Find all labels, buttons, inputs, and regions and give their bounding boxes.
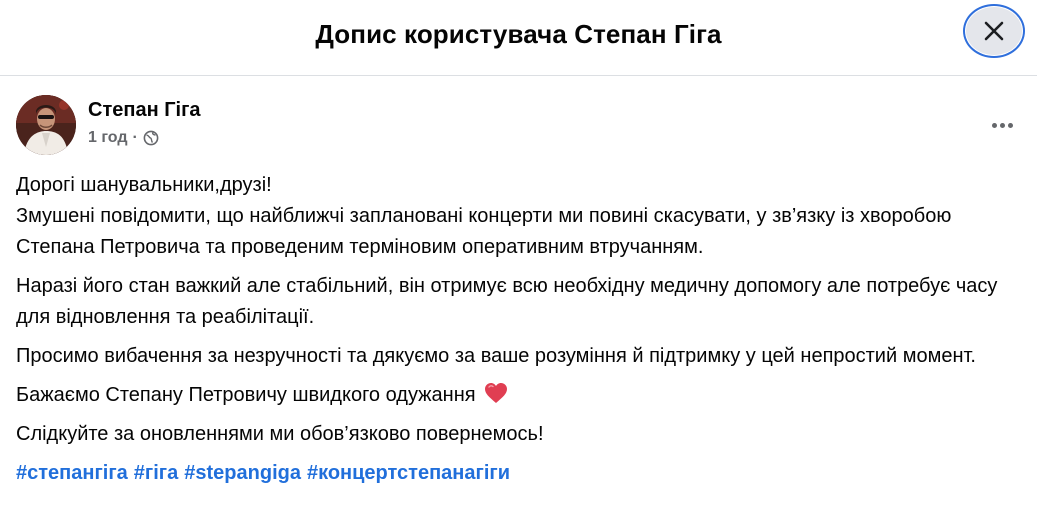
hashtag-link[interactable]: #stepangiga (184, 462, 301, 484)
post-paragraph: Бажаємо Степану Петровичу швидкого одужа… (16, 380, 1026, 411)
paragraph-text: Змушені повідомити, що найближчі заплано… (16, 205, 952, 258)
hashtag-link[interactable]: #концертстепанагіги (307, 462, 510, 484)
close-button[interactable] (963, 4, 1025, 58)
heart-icon (485, 383, 508, 403)
close-icon (984, 21, 1004, 41)
post-paragraph: Дорогі шанувальники,друзі! Змушені повід… (16, 170, 1026, 263)
avatar[interactable] (16, 95, 76, 155)
globe-icon[interactable] (143, 130, 159, 146)
more-options-button[interactable] (982, 105, 1022, 145)
post-body: Дорогі шанувальники,друзі! Змушені повід… (16, 170, 1026, 497)
hashtags: #степангіга #гіга #stepangiga #концертстепа… (16, 458, 1026, 489)
post-paragraph: Просимо вибачення за незручності та дяку… (16, 341, 1026, 372)
paragraph-text: Слідкуйте за оновленнями ми обов’язково … (16, 423, 544, 445)
paragraph-text: Наразі його стан важкий але стабільний, … (16, 275, 998, 328)
post-paragraph: Наразі його стан важкий але стабільний, … (16, 271, 1026, 333)
more-horizontal-icon (991, 122, 997, 128)
more-dot (1007, 122, 1013, 128)
more-dot (999, 122, 1005, 128)
greeting-line: Дорогі шанувальники,друзі! (16, 174, 272, 196)
author-name[interactable]: Степан Гіга (88, 99, 201, 122)
dialog-header: Допис користувача Степан Гіга (0, 0, 1037, 76)
post-paragraph: Слідкуйте за оновленнями ми обов’язково … (16, 419, 1026, 450)
paragraph-text: Бажаємо Степану Петровичу швидкого одужа… (16, 384, 476, 406)
post-time[interactable]: 1 год (88, 129, 128, 147)
post-header: Степан Гіга 1 год · (16, 95, 1021, 157)
paragraph-text: Просимо вибачення за незручності та дяку… (16, 345, 976, 367)
post-meta: 1 год · (88, 129, 159, 147)
hashtag-link[interactable]: #гіга (134, 462, 178, 484)
hashtag-link[interactable]: #степангіга (16, 462, 128, 484)
meta-separator: · (132, 129, 138, 146)
dialog-title: Допис користувача Степан Гіга (315, 19, 722, 49)
avatar-photo-icon (16, 95, 76, 155)
